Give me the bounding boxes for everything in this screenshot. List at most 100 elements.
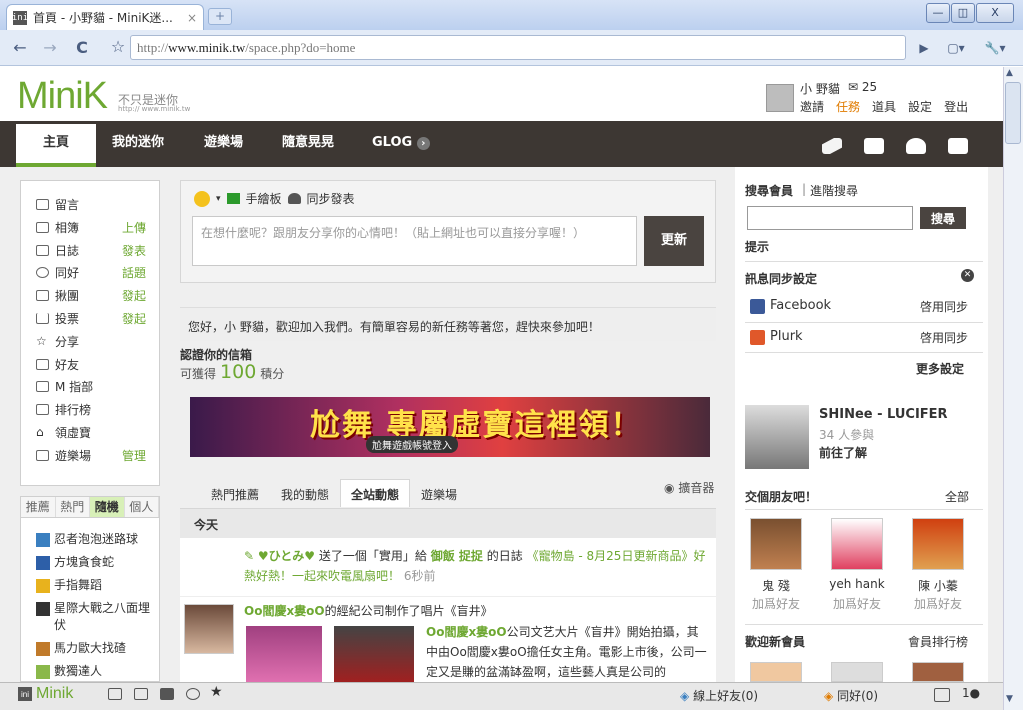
menu-action-start-poll[interactable]: 發起	[122, 310, 146, 327]
address-bar[interactable]: http://www.minik.tw/space.php?do=home	[130, 35, 906, 60]
menu-item-message[interactable]: 留言	[36, 196, 79, 213]
new-tab-button[interactable]: +	[208, 8, 232, 25]
tab-hot-picks[interactable]: 熱門推薦	[200, 479, 270, 507]
online-friends-button[interactable]: ◈ 線上好友(0)	[680, 687, 758, 704]
nav-browse[interactable]: 隨意晃晃	[282, 121, 334, 167]
menu-item-blog[interactable]: 日誌	[36, 242, 79, 259]
album-icon[interactable]	[134, 688, 148, 700]
back-button[interactable]: ←	[8, 38, 32, 58]
emoticon-icon[interactable]	[194, 190, 210, 207]
reload-button[interactable]: C	[70, 38, 94, 58]
scrollbar-thumb[interactable]	[1005, 82, 1021, 144]
more-settings-link[interactable]: 更多設定	[916, 360, 964, 377]
tab-my-activity[interactable]: 我的動態	[270, 479, 340, 507]
group-icon[interactable]	[186, 688, 200, 700]
nav-home[interactable]: 主頁	[16, 124, 96, 167]
tab-close-icon[interactable]: ×	[187, 11, 197, 25]
plurk-enable-sync[interactable]: 啓用同步	[920, 329, 968, 346]
banner-login-button[interactable]: 尬舞遊戲帳號登入	[366, 436, 458, 453]
invite-link[interactable]: 邀請	[800, 98, 824, 115]
tools-menu-icon[interactable]: 🔧▾	[980, 38, 1010, 58]
feed-target-link[interactable]: 御飯 捉捉	[431, 549, 483, 563]
chat-icon[interactable]	[948, 138, 968, 154]
page-menu-icon[interactable]: ▢▾	[942, 38, 970, 58]
avatar[interactable]	[750, 518, 802, 570]
play-icon[interactable]: ▶	[912, 38, 936, 58]
member-search-input[interactable]	[747, 206, 913, 230]
add-friend-link[interactable]: 加爲好友	[817, 595, 897, 612]
maximize-button[interactable]: ◫	[951, 3, 975, 23]
mail-count[interactable]: ✉ 25	[848, 80, 877, 94]
list-item[interactable]: 方塊貪食蛇	[36, 554, 156, 571]
nav-playground[interactable]: 遊樂場	[204, 121, 243, 167]
feed-user-link[interactable]: ♥ひとみ♥	[258, 549, 315, 563]
list-item[interactable]: 數獨達人	[36, 663, 156, 680]
logout-link[interactable]: 登出	[944, 98, 968, 115]
add-friend-link[interactable]: 加爲好友	[736, 595, 816, 612]
record-cover-image[interactable]	[246, 626, 322, 682]
group-friends-button[interactable]: ◈ 同好(0)	[824, 687, 878, 704]
minimize-button[interactable]: —	[926, 3, 950, 23]
menu-item-treasure[interactable]: ⌂ 領虛寶	[36, 424, 91, 441]
friend-name[interactable]: 鬼 殘	[736, 577, 816, 594]
menu-item-group[interactable]: 同好	[36, 264, 79, 281]
album-cover-image[interactable]	[745, 405, 809, 469]
menu-action-start-event[interactable]: 發起	[122, 287, 146, 304]
star-share-icon[interactable]: ★	[210, 684, 223, 700]
search-button[interactable]: 搜尋	[920, 207, 966, 229]
album-title[interactable]: SHINee - LUCIFER	[819, 407, 948, 422]
blog-icon[interactable]	[160, 688, 174, 700]
add-friend-link[interactable]: 加爲好友	[898, 595, 978, 612]
close-icon[interactable]: ✕	[961, 269, 974, 282]
username[interactable]: 小 野貓	[800, 80, 840, 97]
tab-playground-activity[interactable]: 遊樂場	[410, 479, 468, 507]
list-item[interactable]: 星際大戰之八面埋伏	[36, 600, 156, 634]
scrollbar[interactable]	[1003, 67, 1023, 710]
settings-link[interactable]: 設定	[908, 98, 932, 115]
facebook-enable-sync[interactable]: 啓用同步	[920, 298, 968, 315]
sync-post-button[interactable]: 同步發表	[307, 190, 355, 207]
menu-action-topic[interactable]: 話題	[122, 264, 146, 281]
user-status-icon[interactable]: 1●	[962, 686, 980, 700]
menu-item-share[interactable]: ☆ 分享	[36, 333, 79, 350]
friend-name[interactable]: 陳 小蓁	[898, 577, 978, 594]
feed-user-link[interactable]: Oo閻慶x婁oO	[244, 604, 325, 618]
list-item[interactable]: 忍者泡泡迷路球	[36, 531, 156, 548]
advanced-search-link[interactable]: 進階搜尋	[810, 182, 858, 199]
see-all-friends-link[interactable]: 全部	[945, 488, 969, 505]
tab-personal[interactable]: 個人	[125, 497, 159, 517]
feed-user-link[interactable]: Oo閻慶x婁oO	[426, 625, 507, 639]
menu-item-poll[interactable]: 投票	[36, 310, 79, 327]
tasks-link[interactable]: 任務	[836, 98, 860, 115]
close-window-button[interactable]: X	[976, 3, 1014, 23]
record-cover-image[interactable]	[334, 626, 414, 682]
message-icon[interactable]	[108, 688, 122, 700]
bottom-logo[interactable]: ini Minik	[18, 685, 73, 703]
megaphone-filter[interactable]: ◉ 擴音器	[664, 479, 714, 496]
nav-my-mini[interactable]: 我的迷你	[112, 121, 164, 167]
site-logo[interactable]: MiniK	[17, 76, 108, 116]
items-link[interactable]: 道具	[872, 98, 896, 115]
menu-item-playground[interactable]: 遊樂場	[36, 447, 91, 464]
scroll-down-icon[interactable]: ▼	[1006, 694, 1013, 704]
avatar[interactable]	[750, 662, 802, 682]
bookmark-star-icon[interactable]: ☆	[106, 37, 130, 57]
tab-all-activity[interactable]: 全站動態	[340, 479, 411, 507]
menu-item-event[interactable]: 揪團	[36, 287, 79, 304]
nav-glog[interactable]: GLOG ›	[372, 121, 430, 167]
menu-action-post[interactable]: 發表	[122, 242, 146, 259]
avatar[interactable]	[912, 518, 964, 570]
menu-item-ranking[interactable]: 排行榜	[36, 401, 91, 418]
avatar[interactable]	[831, 662, 883, 682]
browser-tab[interactable]: ini 首頁 - 小野貓 - MiniK迷... ×	[6, 4, 204, 30]
scroll-up-icon[interactable]: ▲	[1006, 68, 1013, 78]
menu-item-friends[interactable]: 好友	[36, 356, 79, 373]
avatar[interactable]	[912, 662, 964, 682]
mail-icon-nav[interactable]	[864, 138, 884, 154]
friend-name[interactable]: yeh hank	[817, 577, 897, 591]
avatar[interactable]	[831, 518, 883, 570]
member-ranking-link[interactable]: 會員排行榜	[908, 633, 968, 650]
drawing-board-button[interactable]: 手繪板	[246, 190, 282, 207]
status-input[interactable]: 在想什麼呢？跟朋友分享你的心情吧！（貼上網址也可以直接分享喔！）	[192, 216, 637, 266]
friends-icon[interactable]	[906, 138, 926, 154]
